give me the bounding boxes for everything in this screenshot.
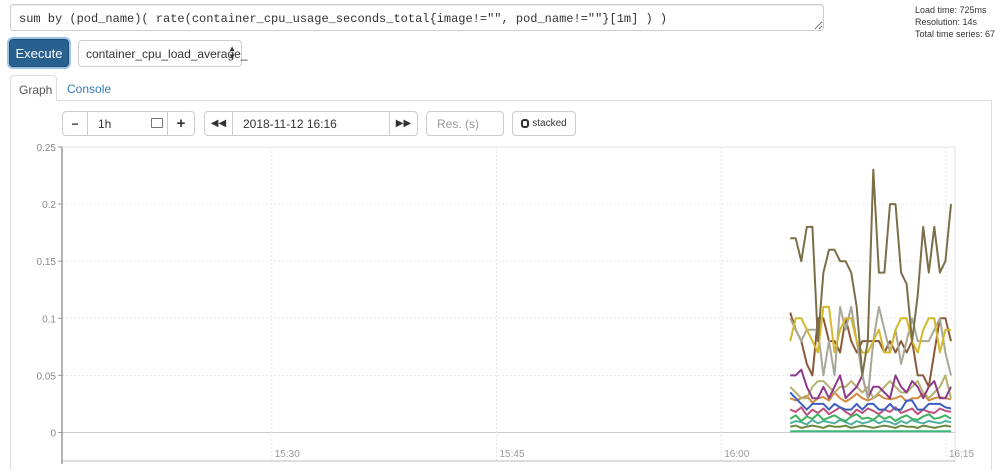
series-line: [789, 418, 952, 426]
y-tick-label: 0: [50, 428, 56, 439]
x-tick-label: 16:15: [949, 449, 974, 460]
y-tick-label: 0.2: [42, 200, 56, 211]
y-tick-label: 0.05: [37, 371, 57, 382]
y-tick-label: 0.1: [42, 314, 56, 325]
x-tick-label: 15:30: [275, 449, 300, 460]
y-tick-label: 0.25: [37, 143, 57, 154]
graph-chart[interactable]: 0 0.05 0.1 0.15 0.2 0.25 15:30 15:45 16:00 16:15: [0, 0, 1000, 465]
x-tick-label: 15:45: [500, 449, 525, 460]
series-line: [790, 424, 952, 429]
y-tick-label: 0.15: [37, 257, 57, 268]
x-tick-label: 16:00: [724, 449, 749, 460]
